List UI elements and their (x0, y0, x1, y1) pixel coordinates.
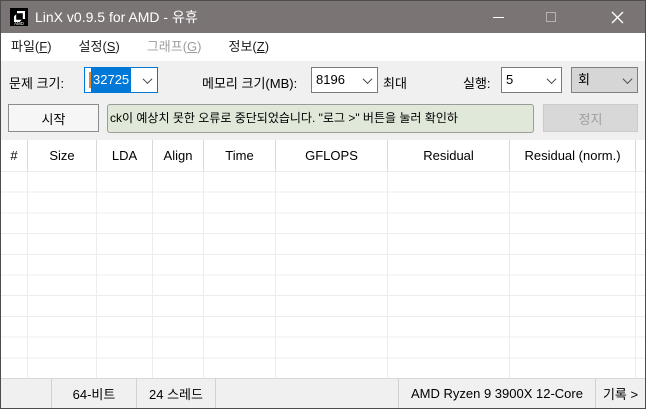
start-button[interactable]: 시작 (8, 104, 99, 132)
results-table-body (1, 171, 645, 378)
col-header-lda[interactable]: LDA (97, 140, 153, 171)
menubar: 파일(F) 설정(S) 그래프(G) 정보(Z) (1, 33, 645, 61)
statusbar-cpu: AMD Ryzen 9 3900X 12-Core (399, 379, 596, 408)
results-table-header: # Size LDA Align Time GFLOPS Residual Re… (1, 140, 645, 171)
titlebar: AMD LinX v0.9.5 for AMD - 유휴 (1, 1, 645, 33)
chevron-down-icon[interactable] (541, 68, 561, 92)
col-header-residual-norm[interactable]: Residual (norm.) (510, 140, 636, 171)
close-button[interactable] (594, 1, 640, 33)
menu-file[interactable]: 파일(F) (1, 33, 62, 61)
menu-info[interactable]: 정보(Z) (219, 33, 280, 61)
unit-combo[interactable]: 회 (571, 67, 638, 93)
minimize-button[interactable] (475, 1, 521, 33)
minimize-icon (492, 16, 504, 18)
col-header-time[interactable]: Time (204, 140, 276, 171)
col-header-residual[interactable]: Residual (388, 140, 510, 171)
problem-size-value: 32725 (91, 68, 132, 92)
statusbar-bitness: 64-비트 (52, 379, 137, 408)
maximize-button[interactable] (528, 1, 574, 33)
col-header-gflops[interactable]: GFLOPS (276, 140, 388, 171)
statusbar-history-toggle[interactable]: 기록 > (596, 379, 645, 408)
memory-size-value: 8196 (316, 72, 345, 87)
amd-logo-icon: AMD (10, 8, 28, 26)
runs-label: 실행: (463, 76, 491, 91)
runs-value: 5 (506, 72, 514, 87)
close-icon (611, 11, 623, 23)
runs-combo[interactable]: 5 (501, 67, 562, 93)
max-label: 최대 (383, 76, 407, 91)
menu-settings[interactable]: 설정(S) (69, 33, 130, 61)
chevron-down-icon[interactable] (357, 68, 377, 92)
problem-size-label: 문제 크기: (9, 76, 65, 91)
stop-button[interactable]: 정지 (543, 104, 638, 132)
chevron-down-icon[interactable] (137, 68, 157, 92)
maximize-icon (546, 12, 556, 22)
window-title: LinX v0.9.5 for AMD - 유휴 (35, 9, 198, 25)
col-header-size[interactable]: Size (28, 140, 97, 171)
statusbar-pane-empty (1, 379, 52, 408)
menu-graph[interactable]: 그래프(G) (137, 33, 212, 61)
memory-size-combo[interactable]: 8196 (311, 67, 378, 93)
statusbar: 64-비트 24 스레드 AMD Ryzen 9 3900X 12-Core 기… (1, 378, 645, 408)
results-table: # Size LDA Align Time GFLOPS Residual Re… (1, 140, 645, 378)
memory-size-label: 메모리 크기(MB): (202, 76, 298, 91)
col-header-number[interactable]: # (1, 140, 28, 171)
status-message: ck이 예상치 못한 오류로 중단되었습니다. "로그 >" 버튼을 눌러 확인… (107, 104, 534, 133)
problem-size-combo[interactable]: 32725 (84, 67, 158, 93)
linx-window: AMD LinX v0.9.5 for AMD - 유휴 파일(F) 설정(S)… (0, 0, 646, 409)
statusbar-pane-empty (216, 379, 399, 408)
unit-value: 회 (578, 72, 590, 87)
svg-text:AMD: AMD (14, 21, 25, 26)
statusbar-threads: 24 스레드 (137, 379, 216, 408)
chevron-down-icon[interactable] (617, 68, 637, 92)
col-header-align[interactable]: Align (153, 140, 204, 171)
